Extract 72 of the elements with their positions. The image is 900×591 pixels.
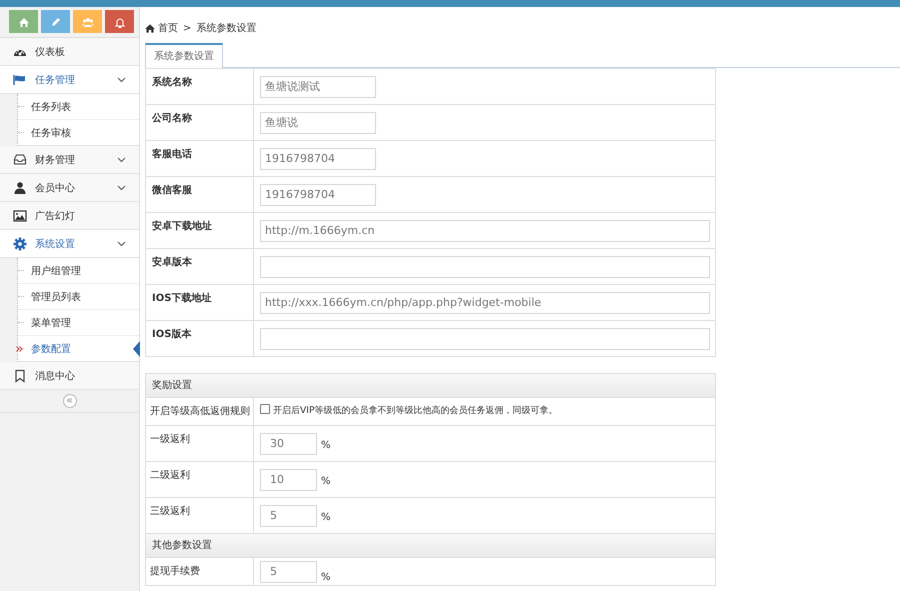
menu-item[interactable]: 会员中心 [0,174,139,202]
collapse-button[interactable]: « [62,394,76,408]
flag-icon [13,72,27,86]
submenu-item[interactable]: 任务审核 [18,120,139,145]
input-field[interactable]: 1916798704 [260,184,376,206]
bookmark-icon [13,368,27,382]
unit-label: % [321,476,331,487]
checkbox-label: 开启后VIP等级低的会员拿不到等级比他高的会员任务返佣，同级可拿。 [273,404,558,417]
menu-item[interactable]: 广告幻灯 [0,202,139,230]
section-header: 其他参数设置 [146,534,715,557]
input-field[interactable]: 30 [260,432,317,454]
chevron-icon [117,184,126,190]
field-label: 客服电话 [152,149,192,160]
input-field[interactable] [260,256,710,278]
field-label: 公司名称 [152,113,192,124]
shortcut-button[interactable] [105,10,134,33]
input-field[interactable] [260,328,710,350]
menu-item[interactable]: 任务管理 [0,66,139,94]
menu-item[interactable]: 仪表板 [0,38,139,66]
shortcut-button[interactable] [9,10,38,33]
input-field[interactable]: 5 [260,504,317,526]
breadcrumb-separator: > [183,22,192,34]
submenu-item[interactable]: 参数配置 [18,336,139,361]
field-label: 开启等级高低返佣规则 [150,406,250,417]
menu-item[interactable]: 消息中心 [0,362,139,390]
submenu-item[interactable]: 用户组管理 [18,258,139,284]
input-field[interactable]: 1916798704 [260,148,376,170]
active-pointer-icon [133,341,140,357]
field-label: 微信客服 [152,185,192,196]
chevron-icon [117,240,126,246]
checkbox[interactable] [260,404,270,414]
tray-icon [13,152,27,166]
users-icon [82,16,94,28]
pencil-icon [50,16,62,28]
submenu-item[interactable]: 管理员列表 [18,284,139,310]
image-icon [13,208,27,222]
field-label: 安卓版本 [152,257,192,268]
breadcrumb-current: 系统参数设置 [196,22,256,35]
field-label: IOS下载地址 [152,293,212,304]
breadcrumb-link[interactable]: 首页 [158,21,178,35]
unit-label: % [321,512,331,523]
bell-icon [114,16,126,28]
unit-label: % [321,440,331,451]
input-field[interactable]: http://xxx.1666ym.cn/php/app.php?widget-mobile [260,292,710,314]
tab[interactable]: 系统参数设置 [145,43,223,68]
user-icon [13,180,27,194]
unit-label: % [321,572,331,583]
input-field[interactable]: 鱼塘说 [260,112,376,134]
field-label: IOS版本 [152,329,192,340]
submenu-item[interactable]: 菜单管理 [18,310,139,336]
submenu-item[interactable]: 任务列表 [18,94,139,120]
field-label: 提现手续费 [150,566,200,577]
field-label: 三级返利 [150,506,190,517]
input-field[interactable]: 5 [260,560,317,582]
home-icon [145,24,155,32]
gear-icon [13,236,27,250]
chevron-icon [117,156,126,162]
chevron-icon [117,76,126,82]
home-icon [18,16,30,28]
shortcut-button[interactable] [73,10,102,33]
input-field[interactable]: 10 [260,468,317,490]
menu-item[interactable]: 系统设置 [0,230,139,258]
field-label: 一级返利 [150,434,190,445]
section-header: 奖励设置 [146,374,715,397]
field-label: 系统名称 [152,77,192,88]
field-label: 二级返利 [150,470,190,481]
double-chevron-icon [16,346,23,352]
input-field[interactable]: 鱼塘说测试 [260,76,376,98]
shortcut-button[interactable] [41,10,70,33]
field-label: 安卓下载地址 [152,221,212,232]
menu-item[interactable]: 财务管理 [0,146,139,174]
input-field[interactable]: http://m.1666ym.cn [260,220,710,242]
